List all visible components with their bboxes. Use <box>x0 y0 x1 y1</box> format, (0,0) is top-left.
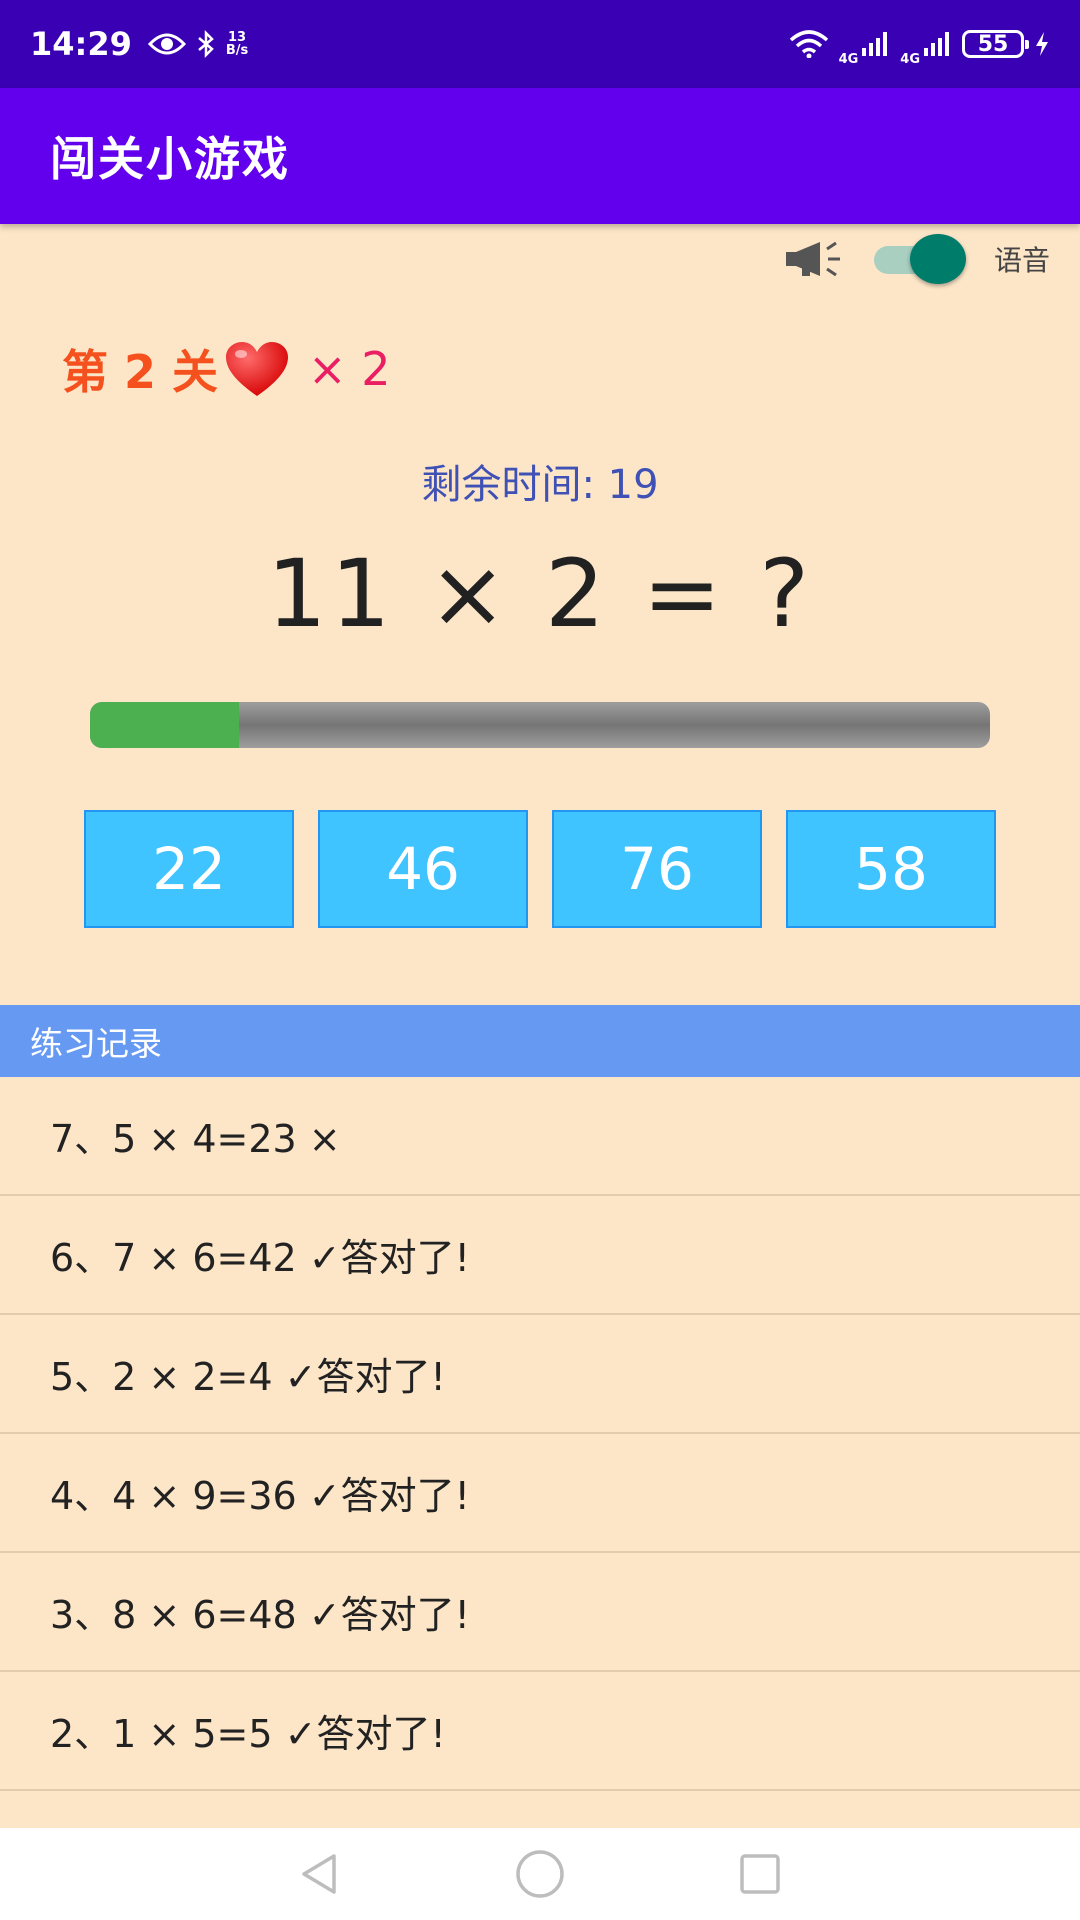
record-item: 2、1 × 5=5 ✓答对了! <box>0 1672 1080 1791</box>
status-icons-left: 13 B/s <box>147 30 249 58</box>
home-icon[interactable] <box>514 1848 566 1900</box>
records-list[interactable]: 7、5 × 4=23 × 6、7 × 6=42 ✓答对了! 5、2 × 2=4 … <box>0 1077 1080 1791</box>
remaining-time: 剩余时间: 19 <box>421 462 659 508</box>
records-header: 练习记录 <box>0 1005 1080 1077</box>
battery-icon: 55 <box>962 30 1029 58</box>
signal-icon <box>924 32 949 56</box>
signal-icon <box>862 32 888 56</box>
eye-icon <box>147 33 186 55</box>
signal2-label: 4G <box>900 51 920 67</box>
time-progress-fill <box>90 702 239 748</box>
app-bar: 闯关小游戏 <box>0 88 1080 224</box>
record-item: 7、5 × 4=23 × <box>0 1077 1080 1196</box>
signal1-label: 4G <box>838 51 859 67</box>
charging-icon <box>1036 32 1048 56</box>
network-speed: 13 B/s <box>225 30 249 58</box>
level-row: 第 2 关 × 2 <box>62 336 390 402</box>
heart-icon <box>226 342 289 396</box>
record-item: 4、4 × 9=36 ✓答对了! <box>0 1434 1080 1553</box>
status-bar: 14:29 13 B/s 4G 4G 55 <box>0 0 1080 88</box>
answer-options: 22 46 76 58 <box>84 810 996 928</box>
record-item: 5、2 × 2=4 ✓答对了! <box>0 1315 1080 1434</box>
navigation-bar <box>0 1828 1080 1920</box>
battery-level: 55 <box>977 31 1009 57</box>
status-time: 14:29 <box>30 25 132 63</box>
megaphone-icon <box>785 241 840 277</box>
voice-switch[interactable] <box>873 234 966 284</box>
voice-label: 语音 <box>993 244 1050 277</box>
record-item: 3、8 × 6=48 ✓答对了! <box>0 1553 1080 1672</box>
wifi-icon <box>789 30 828 58</box>
recents-icon[interactable] <box>736 1850 784 1898</box>
back-icon[interactable] <box>296 1850 344 1898</box>
voice-row: 语音 <box>784 228 1050 290</box>
bluetooth-icon <box>198 30 214 58</box>
lives-count: × 2 <box>308 342 391 396</box>
app-title: 闯关小游戏 <box>50 132 290 186</box>
status-icons-right: 4G 4G 55 <box>789 22 1050 67</box>
answer-button-2[interactable]: 46 <box>318 810 528 928</box>
time-progress-bar <box>90 702 990 748</box>
question-text: 11 × 2 = ? <box>266 540 814 649</box>
voice-switch-thumb <box>909 234 966 284</box>
level-text: 第 2 关 <box>62 345 219 399</box>
answer-button-3[interactable]: 76 <box>552 810 762 928</box>
answer-button-1[interactable]: 22 <box>84 810 294 928</box>
record-item: 6、7 × 6=42 ✓答对了! <box>0 1196 1080 1315</box>
answer-button-4[interactable]: 58 <box>786 810 996 928</box>
